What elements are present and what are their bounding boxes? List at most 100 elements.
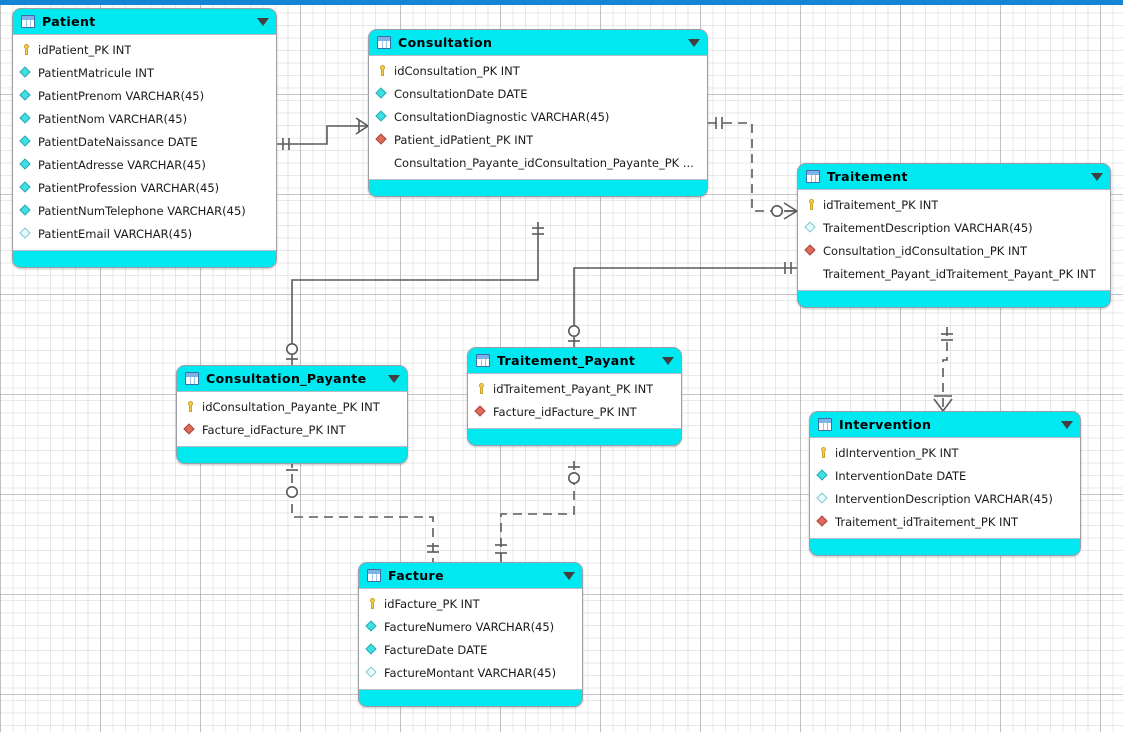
table-column[interactable]: PatientDateNaissance DATE [13,130,276,153]
table-facture[interactable]: Facture idFacture_PK INT FactureNumero VAR… [358,562,583,707]
column-marker-diamond [804,221,816,233]
connector-consultation-traitement [708,117,798,220]
table-column[interactable]: PatientPrenom VARCHAR(45) [13,84,276,107]
table-column[interactable]: ConsultationDiagnostic VARCHAR(45) [369,105,707,128]
table-header-consultation[interactable]: Consultation [369,30,707,55]
table-column-label: PatientEmail VARCHAR(45) [38,226,193,241]
table-column[interactable]: idPatient_PK INT [13,38,276,61]
table-column-label: Traitement_idTraitement_PK INT [835,514,1019,529]
column-not-null-icon [375,87,389,100]
primary-key-icon [817,446,830,459]
chevron-down-icon[interactable] [1061,420,1073,429]
table-column[interactable]: PatientMatricule INT [13,61,276,84]
column-marker-diamond [183,423,195,435]
table-column[interactable]: PatientNom VARCHAR(45) [13,107,276,130]
eer-diagram-canvas[interactable]: Patient idPatient_PK INT PatientMatricule … [0,0,1123,732]
table-column[interactable]: FactureDate DATE [359,638,582,661]
table-header-intervention[interactable]: Intervention [810,412,1080,437]
table-column[interactable]: PatientEmail VARCHAR(45) [13,222,276,245]
chevron-down-icon[interactable] [662,356,674,365]
column-not-null-icon [365,620,379,633]
table-column-label: Facture_idFacture_PK INT [202,422,346,437]
table-header-consultation_payante[interactable]: Consultation_Payante [177,366,407,391]
column-marker-diamond [375,110,387,122]
table-window-icon [476,354,490,367]
table-traitement[interactable]: Traitement idTraitement_PK INT TraitementD… [797,163,1111,308]
table-window-icon [377,36,391,49]
table-column-label: PatientPrenom VARCHAR(45) [38,88,205,103]
table-column[interactable]: idFacture_PK INT [359,592,582,615]
foreign-key-icon [375,133,389,146]
table-header-traitement[interactable]: Traitement [798,164,1110,189]
table-column-label: InterventionDate DATE [835,468,967,483]
table-column-label: PatientProfession VARCHAR(45) [38,180,220,195]
chevron-down-icon[interactable] [563,571,575,580]
table-column-label: Facture_idFacture_PK INT [493,404,637,419]
table-column[interactable]: Consultation_idConsultation_PK INT [798,239,1110,262]
table-header-patient[interactable]: Patient [13,9,276,34]
table-column-label: FactureNumero VARCHAR(45) [384,619,555,634]
column-not-null-icon [19,135,33,148]
table-window-icon [185,372,199,385]
chevron-down-icon[interactable] [257,17,269,26]
column-nullable-icon [19,227,33,240]
chevron-down-icon[interactable] [388,374,400,383]
chevron-down-icon[interactable] [688,38,700,47]
table-traitement_payant[interactable]: Traitement_Payant idTraitement_Payant_PK … [467,347,682,446]
column-marker-diamond [19,204,31,216]
table-column[interactable]: Facture_idFacture_PK INT [177,418,407,441]
table-column[interactable]: FactureNumero VARCHAR(45) [359,615,582,638]
table-column[interactable]: Traitement_idTraitement_PK INT [810,510,1080,533]
column-marker-diamond [19,135,31,147]
table-title: Facture [388,568,444,583]
window-top-accent-bar [0,0,1123,5]
table-column[interactable]: Consultation_Payante_idConsultation_Paya… [369,151,707,174]
table-header-facture[interactable]: Facture [359,563,582,588]
column-marker-diamond [365,666,377,678]
column-marker-diamond [19,89,31,101]
table-consultation_payante[interactable]: Consultation_Payante idConsultation_Payan… [176,365,408,464]
table-column[interactable]: FactureMontant VARCHAR(45) [359,661,582,684]
table-column[interactable]: Traitement_Payant_idTraitement_Payant_PK… [798,262,1110,285]
column-nullable-icon [804,221,818,234]
chevron-down-icon[interactable] [1091,172,1103,181]
table-window-icon [806,170,820,183]
table-columns-intervention: idIntervention_PK INT InterventionDate DA… [810,437,1080,539]
table-column[interactable]: PatientNumTelephone VARCHAR(45) [13,199,276,222]
table-footer-strip [798,291,1110,307]
table-column[interactable]: Facture_idFacture_PK INT [468,400,681,423]
table-header-traitement_payant[interactable]: Traitement_Payant [468,348,681,373]
column-marker-diamond [474,405,486,417]
connector-traitement-intervention [933,327,953,412]
column-no-icon [805,267,818,280]
table-column[interactable]: idIntervention_PK INT [810,441,1080,464]
table-column[interactable]: ConsultationDate DATE [369,82,707,105]
table-column[interactable]: PatientAdresse VARCHAR(45) [13,153,276,176]
table-column-label: PatientNom VARCHAR(45) [38,111,188,126]
table-intervention[interactable]: Intervention idIntervention_PK INT Interve… [809,411,1081,556]
table-patient[interactable]: Patient idPatient_PK INT PatientMatricule … [12,8,277,268]
table-column[interactable]: idTraitement_Payant_PK INT [468,377,681,400]
column-marker-diamond [365,620,377,632]
column-marker-diamond [375,133,387,145]
table-column[interactable]: InterventionDate DATE [810,464,1080,487]
table-column[interactable]: Patient_idPatient_PK INT [369,128,707,151]
connector-patient-consultation [277,117,369,150]
primary-key-icon [376,64,389,77]
connector-consultation-payante-facture [285,459,439,562]
table-column[interactable]: idConsultation_Payante_PK INT [177,395,407,418]
table-column[interactable]: idConsultation_PK INT [369,59,707,82]
table-column[interactable]: TraitementDescription VARCHAR(45) [798,216,1110,239]
table-columns-traitement: idTraitement_PK INT TraitementDescription… [798,189,1110,291]
table-column-label: FactureDate DATE [384,642,488,657]
table-column-label: ConsultationDate DATE [394,86,528,101]
table-columns-consultation_payante: idConsultation_Payante_PK INT Facture_idF… [177,391,407,447]
table-footer-strip [359,690,582,706]
table-title: Traitement [827,169,908,184]
column-marker-diamond [19,181,31,193]
column-not-null-icon [816,469,830,482]
table-column[interactable]: PatientProfession VARCHAR(45) [13,176,276,199]
table-column[interactable]: idTraitement_PK INT [798,193,1110,216]
table-column[interactable]: InterventionDescription VARCHAR(45) [810,487,1080,510]
table-consultation[interactable]: Consultation idConsultation_PK INT Consult… [368,29,708,197]
